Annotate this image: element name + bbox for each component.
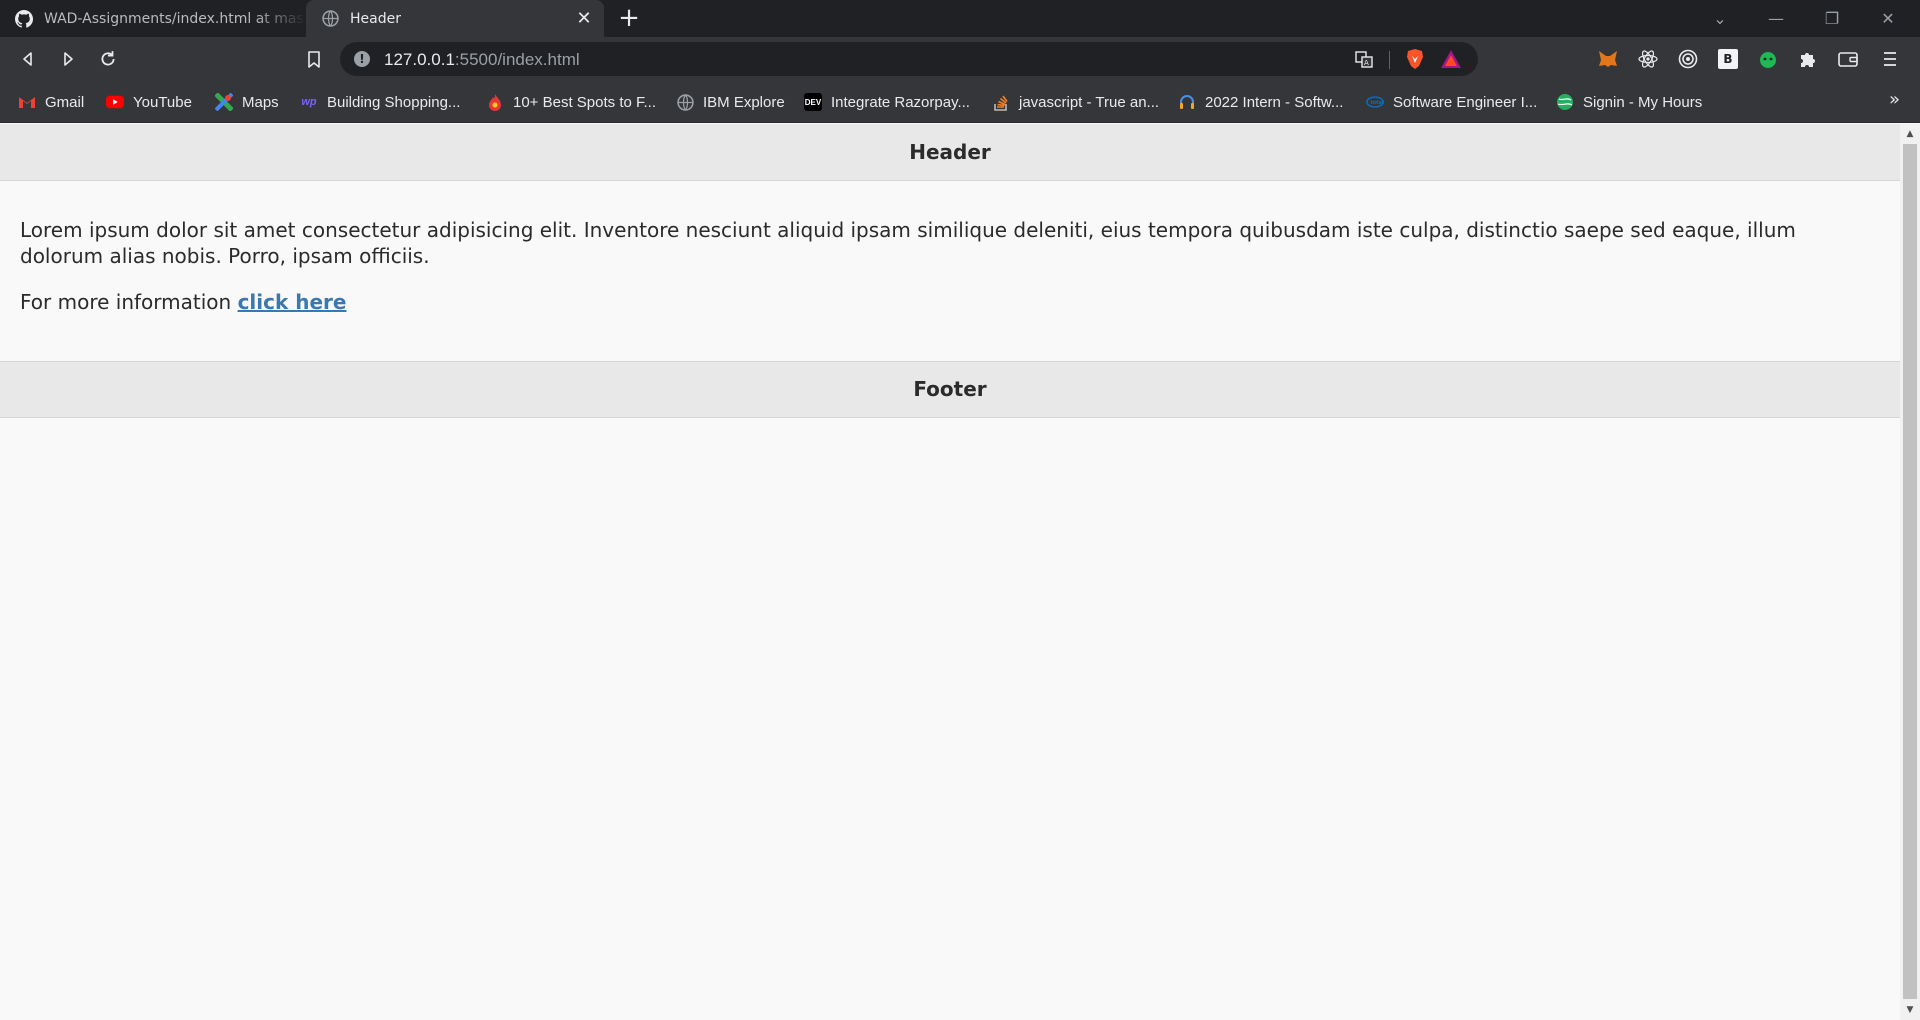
gmail-icon (18, 93, 36, 111)
bookmark-youtube[interactable]: YouTube (106, 90, 192, 114)
bookmark-gmail[interactable]: Gmail (18, 90, 84, 114)
lorem-paragraph: Lorem ipsum dolor sit amet consectetur a… (20, 218, 1796, 268)
bookmark-best-spots[interactable]: 10+ Best Spots to F... (486, 90, 656, 114)
title-bar: WAD-Assignments/index.html at mast Heade… (0, 0, 1920, 37)
bookmark-razorpay[interactable]: DEV Integrate Razorpay... (804, 90, 970, 114)
tab-search-icon[interactable]: ⌄ (1692, 0, 1748, 37)
globe-icon (320, 9, 340, 29)
bookmark-software-engineer[interactable]: intel Software Engineer I... (1366, 90, 1537, 114)
intel-icon: intel (1366, 93, 1384, 111)
site-info-icon[interactable]: ! (354, 51, 370, 67)
bookmark-maps[interactable]: Maps (215, 90, 279, 114)
dev-icon: DEV (804, 93, 822, 111)
maps-icon (215, 93, 233, 111)
restore-button[interactable]: ❐ (1804, 0, 1860, 37)
more-info-text: For more information (20, 290, 238, 314)
tab-github[interactable]: WAD-Assignments/index.html at mast (0, 0, 306, 37)
headset-icon (1178, 93, 1196, 111)
globe-green-icon (1556, 93, 1574, 111)
close-icon[interactable]: ✕ (572, 7, 596, 31)
target-extension-icon[interactable] (1676, 47, 1700, 71)
menu-icon[interactable] (1878, 47, 1902, 71)
svg-text:intel: intel (1371, 100, 1385, 106)
globe-icon (676, 93, 694, 111)
metamask-icon[interactable] (1596, 47, 1620, 71)
react-devtools-icon[interactable] (1636, 47, 1660, 71)
scrollbar-thumb[interactable] (1903, 144, 1917, 999)
stackoverflow-icon (992, 93, 1010, 111)
brave-shield-icon[interactable] (1404, 48, 1426, 70)
bookmark-javascript[interactable]: javascript - True an... (992, 90, 1159, 114)
address-bar[interactable]: ! 127.0.0.1:5500/index.html A (340, 42, 1478, 76)
puzzle-icon[interactable] (1796, 47, 1820, 71)
tab-active[interactable]: Header ✕ (306, 0, 604, 37)
bookmark-ibm-explore[interactable]: IBM Explore (676, 90, 785, 114)
click-here-link[interactable]: click here (238, 290, 347, 314)
bookmarks-overflow-button[interactable]: » (1889, 89, 1900, 110)
page-viewport: Header Lorem ipsum dolor sit amet consec… (0, 124, 1900, 1020)
bookmark-2022-intern[interactable]: 2022 Intern - Softw... (1178, 90, 1343, 114)
close-window-button[interactable]: ✕ (1860, 0, 1916, 37)
wallet-icon[interactable] (1836, 47, 1860, 71)
github-icon (14, 9, 34, 29)
bookmark-building-shopping[interactable]: wp Building Shopping... (300, 90, 460, 114)
wp-icon: wp (301, 96, 317, 108)
bookmark-icon[interactable] (298, 43, 330, 75)
more-info-line: For more information click here (20, 289, 1880, 315)
page-footer: Footer (0, 361, 1900, 418)
new-tab-button[interactable]: + (614, 4, 644, 34)
tab-title: WAD-Assignments/index.html at mast (44, 10, 306, 27)
page-main: Lorem ipsum dolor sit amet consectetur a… (0, 181, 1900, 361)
svg-text:A: A (1364, 59, 1369, 67)
scroll-up-arrow-icon[interactable]: ▲ (1900, 126, 1920, 142)
b-extension-icon[interactable]: B (1716, 47, 1740, 71)
bookmark-my-hours[interactable]: Signin - My Hours (1556, 90, 1702, 114)
youtube-icon (106, 93, 124, 111)
green-extension-icon[interactable] (1756, 47, 1780, 71)
url-text: 127.0.0.1:5500/index.html (384, 50, 580, 69)
flame-icon (486, 93, 504, 111)
browser-toolbar: ! 127.0.0.1:5500/index.html A B (0, 37, 1920, 81)
brave-rewards-icon[interactable] (1440, 48, 1462, 70)
forward-button[interactable] (52, 43, 84, 75)
tab-title: Header (350, 10, 401, 27)
page-scrollbar[interactable]: ▲ ▼ (1900, 124, 1920, 1020)
scroll-down-arrow-icon[interactable]: ▼ (1900, 1002, 1920, 1018)
translate-icon[interactable]: A (1353, 48, 1375, 70)
reload-button[interactable] (92, 43, 124, 75)
page-header: Header (0, 124, 1900, 181)
divider (1389, 51, 1390, 69)
bookmarks-bar: Gmail YouTube Maps wp Building Shopping.… (0, 81, 1920, 123)
minimize-button[interactable]: — (1748, 0, 1804, 37)
back-button[interactable] (12, 43, 44, 75)
